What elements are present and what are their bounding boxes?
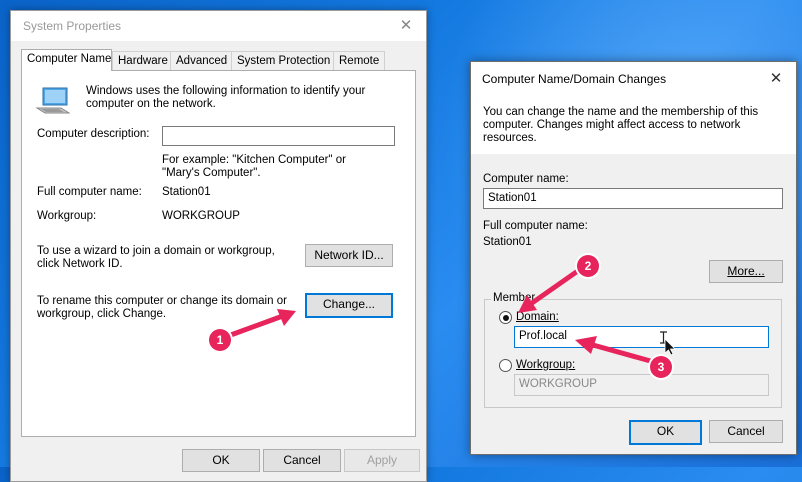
dialog-intro-text: You can change the name and the membersh… (483, 106, 759, 144)
workgroup-input[interactable]: WORKGROUP (514, 374, 769, 396)
computer-description-input[interactable] (162, 126, 395, 146)
domain-radio[interactable] (499, 311, 512, 324)
change-button[interactable]: Change... (305, 293, 393, 318)
close-icon[interactable]: ✕ (394, 15, 418, 37)
apply-button[interactable]: Apply (344, 449, 420, 472)
domain-label: Domain: (516, 311, 559, 323)
domain-changes-dialog: Computer Name/Domain Changes ✕ You can c… (470, 61, 797, 455)
example-text: For example: "Kitchen Computer" or "Mary… (162, 154, 346, 179)
domain-input[interactable]: Prof.local (514, 326, 769, 348)
tab-hardware[interactable]: Hardware (112, 51, 174, 70)
intro-text: Windows uses the following information t… (86, 85, 366, 110)
computer-icon (36, 87, 70, 114)
system-properties-window: System Properties ✕ Computer Name Hardwa… (10, 10, 427, 482)
full-name-label: Full computer name: (37, 186, 142, 198)
full-name-label: Full computer name: (483, 220, 588, 232)
member-of-label: Member (491, 292, 538, 304)
dialog-cancel-button[interactable]: Cancel (709, 420, 783, 443)
computer-name-input[interactable]: Station01 (483, 188, 783, 209)
title-bar: System Properties ✕ (11, 11, 426, 41)
computer-name-label: Computer name: (483, 173, 569, 185)
tab-remote[interactable]: Remote (333, 51, 386, 70)
cancel-button[interactable]: Cancel (263, 449, 341, 472)
tab-system-protection[interactable]: System Protection (231, 51, 337, 70)
workgroup-label: Workgroup: (37, 210, 97, 222)
more-button-label: More... (727, 264, 765, 278)
network-id-button[interactable]: Network ID... (305, 244, 393, 267)
tab-computer-name[interactable]: Computer Name (21, 49, 112, 71)
workgroup-label-text: Workgroup: (516, 359, 576, 371)
description-label: Computer description: (37, 128, 150, 140)
dialog-ok-button[interactable]: OK (629, 420, 702, 445)
workgroup-value: WORKGROUP (162, 210, 240, 222)
workgroup-label: Workgroup: (516, 359, 575, 371)
annotation-badge-2: 2 (577, 255, 599, 277)
wizard-text: To use a wizard to join a domain or work… (37, 245, 275, 270)
computer-name-panel: Windows uses the following information t… (21, 70, 416, 437)
dialog-title-bar: Computer Name/Domain Changes ✕ (471, 62, 796, 94)
annotation-badge-3: 3 (650, 356, 672, 378)
rename-text: To rename this computer or change its do… (37, 295, 287, 320)
close-icon[interactable]: ✕ (764, 68, 788, 90)
dialog-title: Computer Name/Domain Changes (482, 72, 667, 86)
window-title: System Properties (23, 19, 122, 33)
annotation-badge-1: 1 (209, 329, 231, 351)
ok-button[interactable]: OK (182, 449, 260, 472)
full-name-value: Station01 (162, 186, 211, 198)
tab-advanced[interactable]: Advanced (170, 51, 234, 70)
more-button[interactable]: More... (709, 260, 783, 283)
full-name-value: Station01 (483, 236, 532, 248)
workgroup-radio[interactable] (499, 359, 512, 372)
